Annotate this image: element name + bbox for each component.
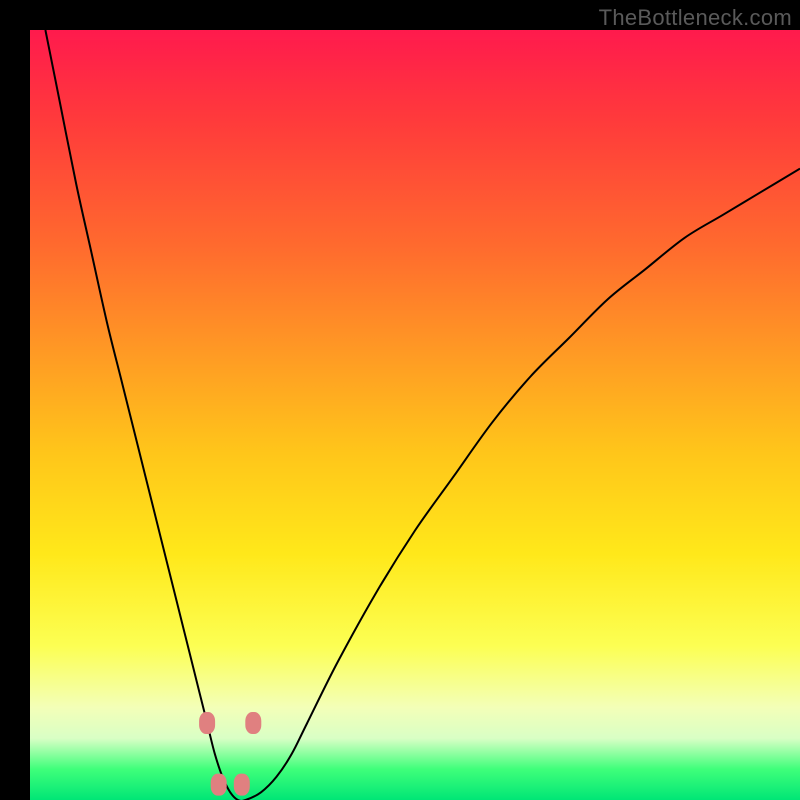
curve-marker [199, 712, 215, 734]
curve-layer [30, 30, 800, 800]
curve-marker [245, 712, 261, 734]
markers-group [199, 712, 261, 796]
bottleneck-curve [45, 30, 800, 800]
curve-marker [234, 774, 250, 796]
curve-marker [211, 774, 227, 796]
watermark-text: TheBottleneck.com [599, 5, 792, 31]
